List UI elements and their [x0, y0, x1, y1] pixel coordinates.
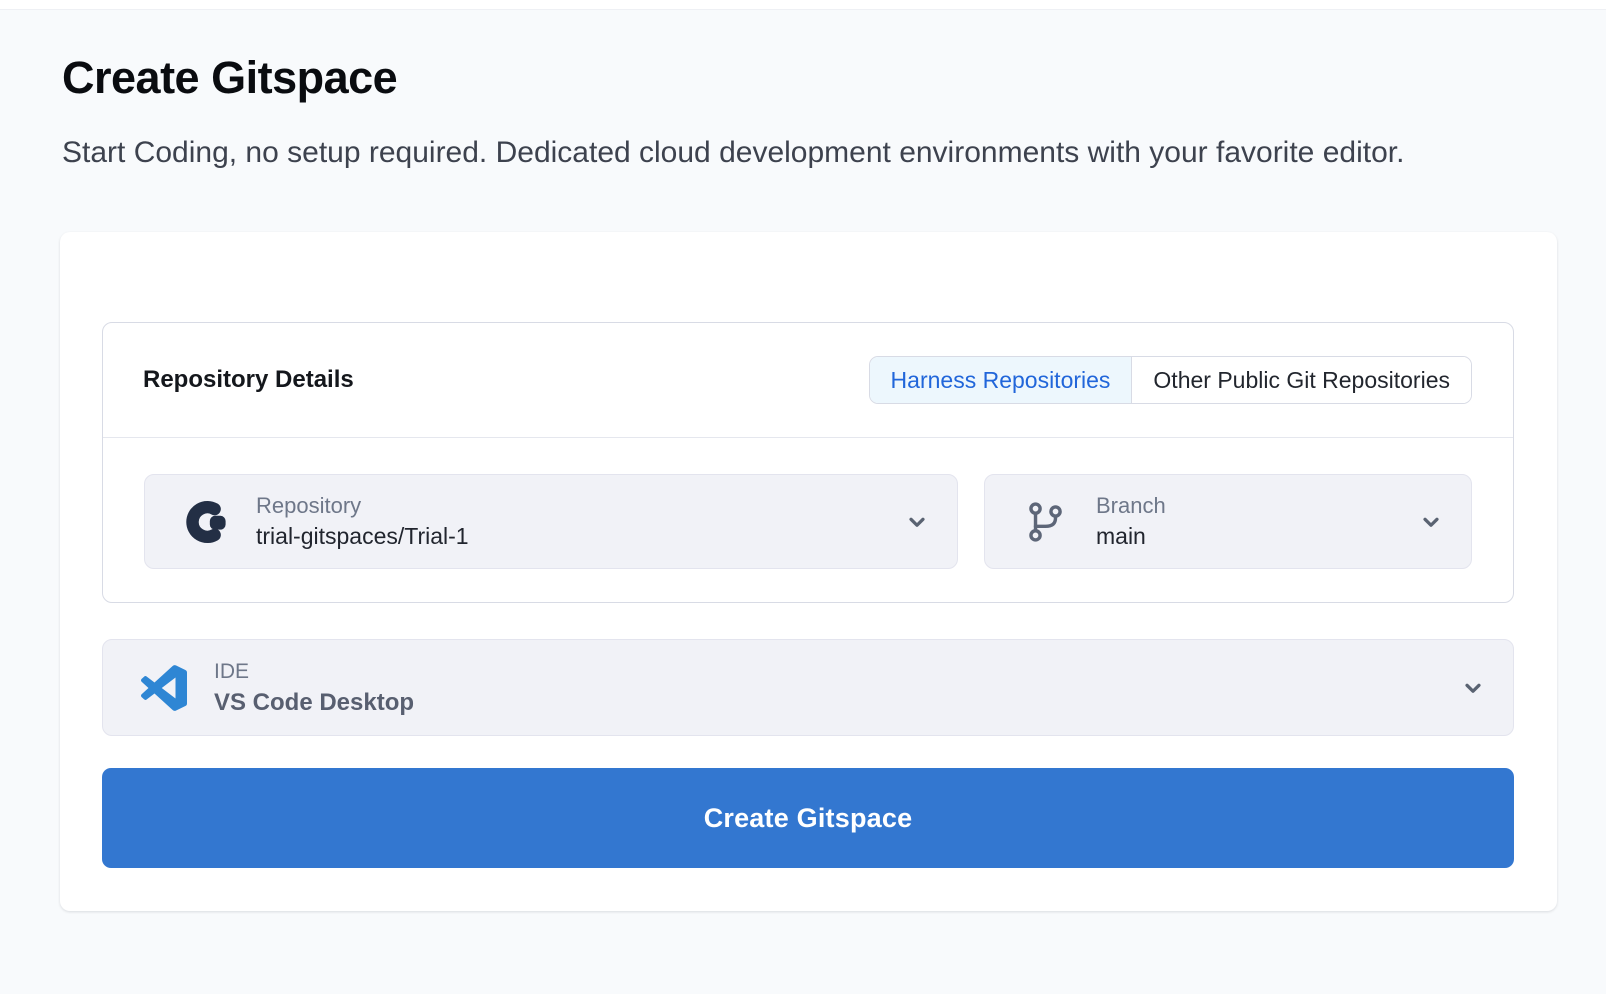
vscode-icon: [140, 665, 188, 711]
create-gitspace-button[interactable]: Create Gitspace: [102, 768, 1514, 868]
page-subtitle: Start Coding, no setup required. Dedicat…: [62, 130, 1512, 176]
repository-select[interactable]: Repository trial-gitspaces/Trial-1: [144, 474, 958, 569]
branch-select-label: Branch: [1096, 494, 1166, 518]
repository-select-label: Repository: [256, 494, 469, 518]
tab-harness-repositories[interactable]: Harness Repositories: [870, 357, 1132, 403]
ide-select-text: IDE VS Code Desktop: [214, 660, 414, 715]
ide-select[interactable]: IDE VS Code Desktop: [102, 639, 1514, 736]
ide-select-value: VS Code Desktop: [214, 690, 414, 715]
ide-select-label: IDE: [214, 660, 414, 684]
page-title: Create Gitspace: [62, 52, 1546, 104]
branch-select-value: main: [1096, 524, 1166, 549]
repository-details-section: Repository Details Harness Repositories …: [102, 322, 1514, 603]
harness-code-repo-icon: [182, 499, 230, 545]
top-edge: [0, 0, 1606, 10]
branch-select-text: Branch main: [1096, 494, 1166, 549]
repository-source-tabs: Harness Repositories Other Public Git Re…: [869, 356, 1472, 404]
gitspace-form-card: Repository Details Harness Repositories …: [60, 232, 1557, 911]
tab-other-public-git-repositories[interactable]: Other Public Git Repositories: [1131, 357, 1471, 403]
page-header: Create Gitspace Start Coding, no setup r…: [0, 10, 1606, 176]
git-branch-icon: [1022, 499, 1070, 545]
chevron-down-icon[interactable]: [1418, 509, 1444, 535]
repository-details-header: Repository Details Harness Repositories …: [103, 323, 1513, 437]
branch-select[interactable]: Branch main: [984, 474, 1472, 569]
chevron-down-icon[interactable]: [1460, 675, 1486, 701]
repository-select-text: Repository trial-gitspaces/Trial-1: [256, 494, 469, 549]
chevron-down-icon[interactable]: [904, 509, 930, 535]
repository-branch-row: Repository trial-gitspaces/Trial-1: [103, 437, 1513, 602]
repository-select-value: trial-gitspaces/Trial-1: [256, 524, 469, 549]
repository-details-heading: Repository Details: [143, 366, 354, 394]
